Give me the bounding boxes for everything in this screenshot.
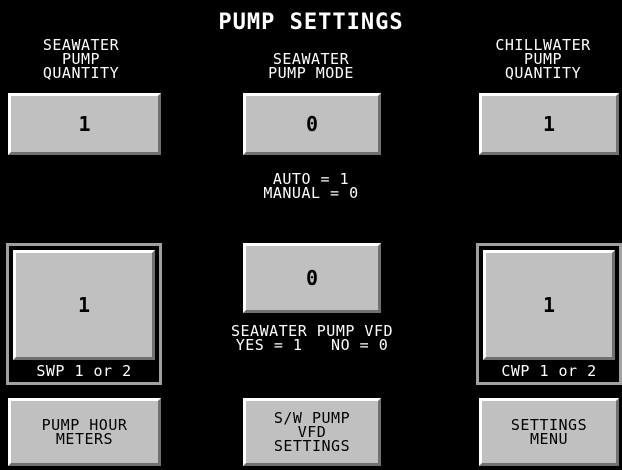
cwp-select-button[interactable]: 1 (483, 250, 615, 360)
sw-pump-vfd-settings-button[interactable]: S/W PUMP VFD SETTINGS (243, 398, 381, 466)
chillwater-pump-quantity-button[interactable]: 1 (479, 93, 619, 155)
swp-select-button[interactable]: 1 (13, 250, 155, 360)
swp-select-frame: 1 SWP 1 or 2 (6, 243, 162, 385)
pump-hour-meters-label: PUMP HOUR METERS (41, 416, 128, 448)
seawater-pump-quantity-label: SEAWATER PUMP QUANTITY (42, 36, 120, 82)
chillwater-pump-quantity-value: 1 (542, 112, 556, 136)
cwp-select-frame: 1 CWP 1 or 2 (476, 243, 622, 385)
chillwater-pump-quantity-label: CHILLWATER PUMP QUANTITY (495, 36, 591, 82)
pump-hour-meters-button[interactable]: PUMP HOUR METERS (8, 398, 161, 466)
cwp-select-caption: CWP 1 or 2 (501, 362, 597, 380)
seawater-pump-mode-value: 0 (305, 112, 319, 136)
seawater-pump-quantity-button[interactable]: 1 (8, 93, 161, 155)
seawater-pump-vfd-legend: SEAWATER PUMP VFD YES = 1 NO = 0 (230, 322, 394, 354)
settings-menu-button[interactable]: SETTINGS MENU (479, 398, 619, 466)
page-title: PUMP SETTINGS (218, 10, 404, 35)
seawater-pump-mode-label: SEAWATER PUMP MODE (268, 50, 354, 82)
seawater-pump-vfd-value: 0 (305, 266, 319, 290)
seawater-pump-vfd-button[interactable]: 0 (243, 243, 381, 313)
cwp-select-value: 1 (542, 293, 556, 317)
swp-select-value: 1 (77, 293, 91, 317)
settings-menu-label: SETTINGS MENU (510, 416, 588, 448)
swp-select-caption: SWP 1 or 2 (36, 362, 132, 380)
sw-pump-vfd-settings-label: S/W PUMP VFD SETTINGS (273, 409, 351, 455)
seawater-pump-mode-button[interactable]: 0 (243, 93, 381, 155)
seawater-pump-quantity-value: 1 (78, 112, 91, 136)
pump-mode-legend: AUTO = 1 MANUAL = 0 (263, 170, 359, 202)
